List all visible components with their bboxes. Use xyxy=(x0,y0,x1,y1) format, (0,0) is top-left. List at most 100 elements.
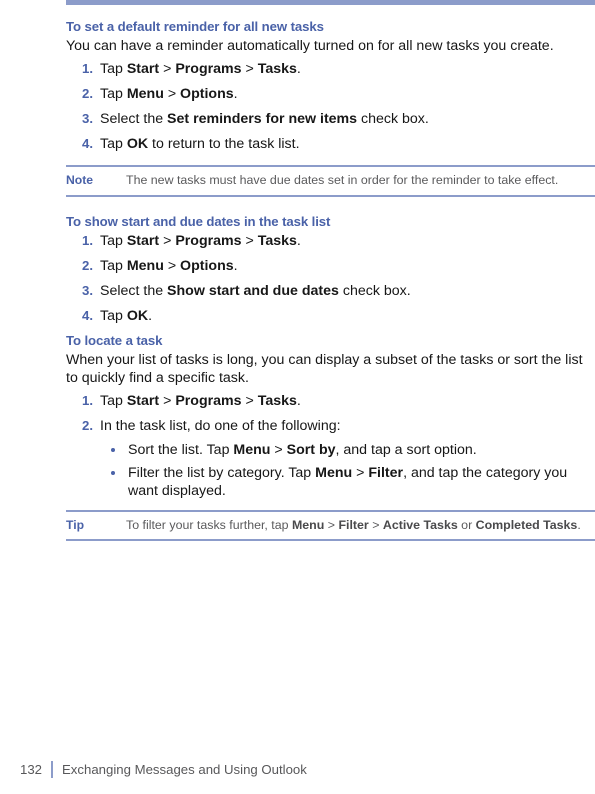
section-heading-show-dates: To show start and due dates in the task … xyxy=(66,213,331,229)
step-text-pre: Select the xyxy=(100,110,168,127)
list-item: 1. Tap Start > Programs > Tasks. xyxy=(66,232,595,251)
locate-intro-paragraph: When your list of tasks is long, you can… xyxy=(66,351,583,387)
step-text-post: . xyxy=(148,307,153,324)
step-text-post: . xyxy=(233,85,238,102)
bullet-term-2: Filter xyxy=(368,464,404,481)
step-text-post: . xyxy=(296,392,301,409)
tip-text: To filter your tasks further, tap Menu >… xyxy=(126,517,595,534)
page-content: To set a default reminder for all new ta… xyxy=(66,18,595,541)
section-heading-default-reminder: To set a default reminder for all new ta… xyxy=(66,19,324,34)
tip-text-post: . xyxy=(577,517,581,532)
list-item: 2. In the task list, do one of the follo… xyxy=(66,417,595,501)
step-term-1: Menu xyxy=(126,85,164,102)
note-callout: Note The new tasks must have due dates s… xyxy=(66,165,595,197)
bullet-dot-icon xyxy=(111,448,115,452)
step-sep-1: > xyxy=(159,392,176,409)
step-text-post: check box. xyxy=(338,282,411,299)
step-term-2: Options xyxy=(180,85,234,102)
footer-page-number: 132 xyxy=(20,762,43,777)
bullet-term-2: Sort by xyxy=(286,442,336,458)
step-term-1: OK xyxy=(126,307,149,324)
step-text-post: . xyxy=(296,60,301,77)
tip-term-4: Completed Tasks xyxy=(475,517,578,532)
step-term-2: Options xyxy=(180,257,234,274)
bullet-text-post: , and tap a sort option. xyxy=(335,442,477,458)
step-number: 4. xyxy=(82,307,93,323)
list-item: 4. Tap OK to return to the task list. xyxy=(66,135,595,154)
steps-list-default-reminder: 1. Tap Start > Programs > Tasks. 2. Tap … xyxy=(66,60,595,154)
tip-term-3: Active Tasks xyxy=(382,517,458,532)
note-text: The new tasks must have due dates set in… xyxy=(126,173,559,187)
tip-callout: Tip To filter your tasks further, tap Me… xyxy=(66,509,595,541)
list-item: 2. Tap Menu > Options. xyxy=(66,257,595,276)
step-sep-1: > xyxy=(159,232,176,249)
tip-label: Tip xyxy=(66,517,85,532)
step-sep-1: > xyxy=(163,85,181,102)
step-term-3: Tasks xyxy=(257,232,297,249)
step-number: 1. xyxy=(82,60,93,76)
footer-chapter-title: Exchanging Messages and Using Outlook xyxy=(62,762,307,777)
step-text-pre: Tap xyxy=(100,392,127,409)
step-term-2: Programs xyxy=(175,232,242,249)
step-sep-1: > xyxy=(159,60,176,77)
list-item: 4. Tap OK. xyxy=(66,307,595,326)
list-item: 1. Tap Start > Programs > Tasks. xyxy=(66,60,595,79)
bullet-term-1: Menu xyxy=(315,464,353,481)
step-text-post: to return to the task list. xyxy=(148,135,300,152)
steps-list-locate-task: 1. Tap Start > Programs > Tasks. 2. In t… xyxy=(66,392,595,501)
step-text: In the task list, do one of the followin… xyxy=(100,417,341,434)
tip-sep-1: > xyxy=(324,517,339,532)
page-footer: 132 Exchanging Messages and Using Outloo… xyxy=(20,761,307,778)
step-text-pre: Tap xyxy=(100,232,127,249)
step-number: 1. xyxy=(82,232,93,248)
step-term-3: Tasks xyxy=(257,60,297,77)
bullet-term-1: Menu xyxy=(233,442,271,458)
step-text-post: check box. xyxy=(357,110,429,127)
step-number: 4. xyxy=(82,135,93,151)
step-term-2: Programs xyxy=(175,60,242,77)
step-term-1: OK xyxy=(126,135,149,152)
step-text-post: . xyxy=(233,257,238,274)
list-item: Sort the list. Tap Menu > Sort by, and t… xyxy=(100,441,595,460)
step-term-2: Programs xyxy=(175,392,242,409)
bullet-sep: > xyxy=(352,464,369,481)
step-term-1: Menu xyxy=(126,257,164,274)
step-sep-2: > xyxy=(241,60,258,77)
step-text-pre: Select the xyxy=(100,282,168,299)
sub-bullet-list: Sort the list. Tap Menu > Sort by, and t… xyxy=(100,441,595,501)
step-sep-1: > xyxy=(163,257,181,274)
section-intro-paragraph: You can have a reminder automatically tu… xyxy=(66,38,554,54)
bullet-text-pre: Filter the list by category. Tap xyxy=(128,464,316,481)
list-item: 2. Tap Menu > Options. xyxy=(66,85,595,104)
step-term-1: Show start and due dates xyxy=(167,282,339,299)
bullet-text-pre: Sort the list. Tap xyxy=(128,442,234,458)
step-text-pre: Tap xyxy=(100,85,127,102)
list-item: 1. Tap Start > Programs > Tasks. xyxy=(66,392,595,411)
tip-sep-3: or xyxy=(457,517,476,532)
document-page: To set a default reminder for all new ta… xyxy=(0,0,595,794)
step-number: 2. xyxy=(82,85,93,101)
tip-term-1: Menu xyxy=(291,517,325,532)
step-term-1: Start xyxy=(126,232,160,249)
top-decorative-band xyxy=(66,0,595,5)
step-text-pre: Tap xyxy=(100,60,127,77)
step-text-pre: Tap xyxy=(100,135,127,152)
tip-term-2: Filter xyxy=(338,517,369,532)
step-text-pre: Tap xyxy=(100,307,127,324)
step-sep-2: > xyxy=(241,392,258,409)
step-term-1: Start xyxy=(126,60,160,77)
tip-sep-2: > xyxy=(368,517,383,532)
note-label: Note xyxy=(66,173,94,187)
step-number: 3. xyxy=(82,282,93,298)
step-number: 3. xyxy=(82,110,93,126)
step-term-3: Tasks xyxy=(257,392,297,409)
step-text-pre: Tap xyxy=(100,257,127,274)
step-number: 2. xyxy=(82,257,93,273)
tip-text-pre: To filter your tasks further, tap xyxy=(126,517,292,532)
list-item: 3. Select the Show start and due dates c… xyxy=(66,282,595,301)
step-sep-2: > xyxy=(241,232,258,249)
step-number: 2. xyxy=(82,417,93,433)
footer-divider xyxy=(51,761,54,778)
section-heading-locate-task: To locate a task xyxy=(66,332,163,348)
step-number: 1. xyxy=(82,392,93,408)
